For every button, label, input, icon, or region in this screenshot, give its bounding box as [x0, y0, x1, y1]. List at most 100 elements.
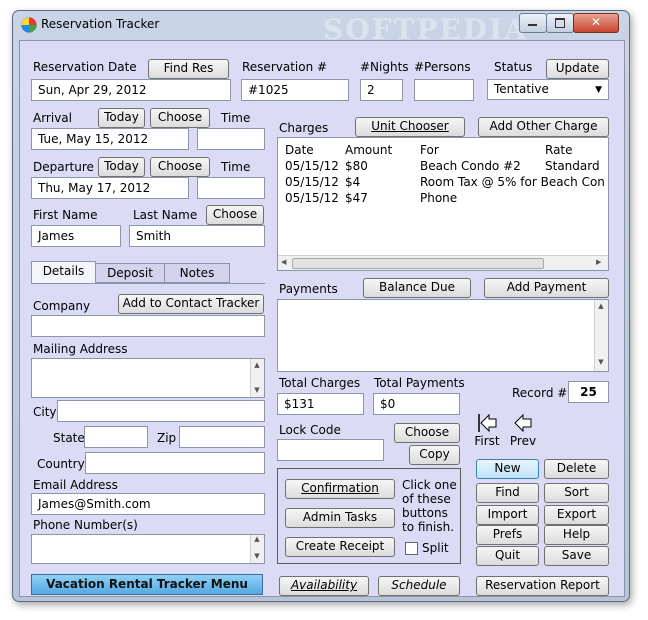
help-button[interactable]: Help — [544, 525, 609, 545]
export-button[interactable]: Export — [544, 505, 609, 525]
company-field[interactable] — [31, 315, 265, 337]
tab-notes[interactable]: Notes — [164, 263, 230, 283]
first-record-button[interactable]: First — [472, 412, 502, 448]
close-button[interactable]: ✕ — [573, 13, 619, 33]
arrival-time-field[interactable] — [197, 128, 265, 150]
lock-choose-button[interactable]: Choose — [394, 423, 460, 443]
reservation-date-field[interactable]: Sun, Apr 29, 2012 — [31, 79, 231, 101]
email-field[interactable]: James@Smith.com — [31, 493, 265, 515]
confirmation-button[interactable]: Confirmation — [285, 479, 395, 499]
total-payments-field[interactable]: $0 — [373, 393, 460, 415]
prefs-button[interactable]: Prefs — [476, 525, 539, 545]
record-number-field[interactable]: 25 — [568, 381, 609, 403]
guest-choose-button[interactable]: Choose — [206, 205, 264, 225]
table-row[interactable]: 05/15/12 $4 Room Tax @ 5% for Beach Con — [278, 175, 605, 191]
balance-due-button[interactable]: Balance Due — [363, 278, 471, 298]
availability-button[interactable]: Availability — [279, 576, 369, 596]
mailing-address-scrollbar[interactable]: ▲ ▼ — [250, 359, 264, 397]
state-field[interactable] — [84, 426, 148, 448]
status-dropdown[interactable]: Tentative ▼ — [487, 79, 609, 100]
prev-record-button[interactable]: Prev — [508, 412, 538, 448]
tab-panel-border — [31, 283, 265, 284]
charge-for: Beach Condo #2 — [420, 159, 521, 173]
save-button[interactable]: Save — [544, 546, 609, 566]
nights-field[interactable]: 2 — [360, 79, 403, 101]
zip-field[interactable] — [179, 426, 265, 448]
admin-tasks-button[interactable]: Admin Tasks — [285, 508, 395, 528]
schedule-button[interactable]: Schedule — [378, 576, 460, 596]
payments-scrollbar[interactable]: ▲ ▼ — [594, 300, 608, 371]
create-receipt-button[interactable]: Create Receipt — [285, 537, 395, 557]
import-button[interactable]: Import — [476, 505, 539, 525]
company-label: Company — [33, 299, 91, 313]
details-tab-strip: Details Deposit Notes — [31, 261, 259, 283]
scroll-down-icon[interactable]: ▼ — [251, 552, 263, 560]
persons-field[interactable] — [414, 79, 474, 101]
arrival-today-button[interactable]: Today — [98, 108, 145, 128]
departure-choose-button[interactable]: Choose — [150, 157, 210, 177]
update-button[interactable]: Update — [546, 59, 609, 79]
reservation-report-button[interactable]: Reservation Report — [476, 576, 609, 596]
scroll-right-icon[interactable]: ▶ — [596, 258, 601, 266]
lock-copy-button[interactable]: Copy — [409, 445, 460, 465]
phone-field[interactable]: ▲ ▼ — [31, 534, 265, 564]
charges-header-row: Date Amount For Rate — [278, 143, 598, 159]
record-label: Record # — [512, 386, 568, 400]
find-res-button[interactable]: Find Res — [148, 59, 229, 79]
arrival-choose-button[interactable]: Choose — [150, 108, 210, 128]
last-name-field[interactable]: Smith — [129, 225, 265, 247]
find-button[interactable]: Find — [476, 483, 539, 503]
vrt-menu-button[interactable]: Vacation Rental Tracker Menu — [31, 574, 263, 595]
charge-date: 05/15/12 — [285, 191, 339, 205]
nights-label: #Nights — [360, 60, 409, 74]
tab-details[interactable]: Details — [31, 261, 96, 283]
total-charges-label: Total Charges — [279, 376, 361, 390]
first-name-field[interactable]: James — [31, 225, 121, 247]
scroll-down-icon[interactable]: ▼ — [251, 386, 263, 394]
maximize-icon — [555, 18, 565, 28]
charge-rate: Standard — [545, 159, 600, 173]
finish-group: Confirmation Admin Tasks Create Receipt … — [277, 468, 461, 564]
charge-amount: $47 — [345, 191, 368, 205]
delete-button[interactable]: Delete — [544, 459, 609, 479]
charges-hscrollbar[interactable]: ◀ ▶ — [278, 255, 608, 270]
phone-label: Phone Number(s) — [33, 518, 138, 532]
scroll-up-icon[interactable]: ▲ — [251, 535, 263, 543]
tab-deposit[interactable]: Deposit — [95, 263, 165, 283]
departure-date-field[interactable]: Thu, May 17, 2012 — [31, 177, 189, 199]
add-contact-tracker-button[interactable]: Add to Contact Tracker — [118, 294, 264, 314]
add-other-charge-button[interactable]: Add Other Charge — [478, 117, 609, 137]
charges-list[interactable]: Date Amount For Rate 05/15/12 $80 Beach … — [277, 137, 609, 271]
maximize-button[interactable] — [546, 13, 574, 33]
lock-code-field[interactable] — [277, 439, 384, 461]
status-value: Tentative — [494, 82, 549, 96]
reservation-number-field[interactable]: #1025 — [241, 79, 349, 101]
city-field[interactable] — [57, 400, 265, 422]
payments-label: Payments — [279, 282, 338, 296]
charges-hscroll-thumb[interactable] — [292, 258, 544, 269]
scroll-down-icon[interactable]: ▼ — [595, 358, 607, 366]
phone-scrollbar[interactable]: ▲ ▼ — [250, 535, 264, 563]
scroll-left-icon[interactable]: ◀ — [281, 258, 286, 266]
minimize-button[interactable] — [519, 13, 547, 33]
sort-button[interactable]: Sort — [544, 483, 609, 503]
new-button[interactable]: New — [476, 459, 539, 479]
country-label: Country — [37, 457, 85, 471]
departure-today-button[interactable]: Today — [98, 157, 145, 177]
scroll-up-icon[interactable]: ▲ — [595, 302, 607, 310]
table-row[interactable]: 05/15/12 $80 Beach Condo #2 Standard — [278, 159, 600, 175]
mailing-address-field[interactable]: ▲ ▼ — [31, 358, 265, 398]
unit-chooser-button[interactable]: Unit Chooser — [355, 117, 465, 137]
country-field[interactable] — [85, 452, 265, 474]
add-payment-button[interactable]: Add Payment — [484, 278, 609, 298]
total-charges-field[interactable]: $131 — [277, 393, 364, 415]
arrival-label: Arrival — [33, 111, 72, 125]
payments-list[interactable]: ▲ ▼ — [277, 299, 609, 372]
split-checkbox[interactable] — [405, 542, 418, 555]
departure-time-field[interactable] — [197, 177, 265, 199]
quit-button[interactable]: Quit — [476, 546, 539, 566]
app-icon — [21, 17, 37, 33]
scroll-up-icon[interactable]: ▲ — [251, 361, 263, 369]
arrival-date-field[interactable]: Tue, May 15, 2012 — [31, 128, 189, 150]
table-row[interactable]: 05/15/12 $47 Phone — [278, 191, 598, 207]
